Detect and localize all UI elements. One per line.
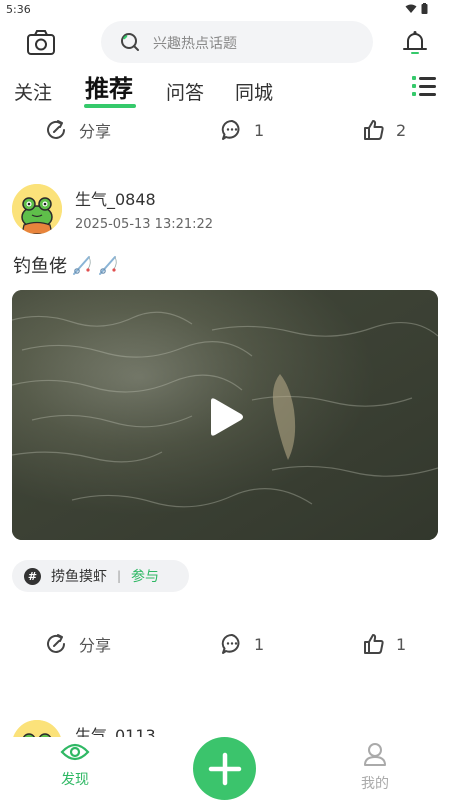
nav-mine-label: 我的 <box>361 776 389 792</box>
comment-count: 1 <box>254 634 265 654</box>
menu-button[interactable] <box>410 72 438 100</box>
system-icons <box>405 3 428 14</box>
like-count: 2 <box>396 120 407 140</box>
create-post-button[interactable] <box>193 737 256 800</box>
like-button[interactable]: 2 <box>362 118 406 142</box>
next-post-header: 生气_0113 <box>0 720 450 737</box>
camera-button[interactable] <box>26 29 56 57</box>
fishing-rod-emoji-icon <box>99 256 117 275</box>
like-count: 1 <box>396 634 407 654</box>
play-icon[interactable] <box>205 397 245 437</box>
share-button[interactable]: 分享 <box>45 118 111 142</box>
hashtag-icon: # <box>24 567 41 585</box>
like-button[interactable]: 1 <box>362 632 406 656</box>
thumbs-up-icon <box>364 634 384 654</box>
comment-count: 1 <box>254 120 265 140</box>
prev-post-actions: 分享 1 2 <box>0 110 450 150</box>
bell-icon <box>403 31 427 54</box>
tab-local[interactable]: 同城 <box>235 78 273 105</box>
share-button[interactable]: 分享 <box>45 632 111 656</box>
comment-icon <box>221 633 240 654</box>
avatar[interactable] <box>12 184 62 234</box>
active-tab-indicator <box>84 104 136 108</box>
search-bar[interactable]: 兴趣热点话题 <box>101 21 373 63</box>
notification-button[interactable] <box>400 28 430 58</box>
post-text-content: 钓鱼佬 <box>13 256 67 277</box>
list-menu-icon <box>412 76 436 96</box>
post-header: 生气_0848 2025-05-13 13:21:22 <box>0 184 450 244</box>
top-bar: 兴趣热点话题 <box>0 20 450 66</box>
plus-icon <box>208 752 241 785</box>
comment-icon <box>221 119 240 140</box>
topic-separator: | <box>117 569 122 583</box>
nav-mine[interactable]: 我的 <box>345 741 405 793</box>
post-actions: 分享 1 1 <box>0 624 450 664</box>
share-icon <box>47 634 65 653</box>
nav-discover-label: 发现 <box>61 772 89 788</box>
frog-avatar-icon <box>12 184 62 234</box>
user-icon <box>364 743 386 766</box>
feed-tabs: 关注 推荐 问答 同城 <box>0 66 450 110</box>
frog-avatar-icon <box>12 720 62 737</box>
share-icon <box>47 120 65 139</box>
avatar[interactable] <box>12 720 62 737</box>
tab-following[interactable]: 关注 <box>14 78 52 105</box>
nav-discover[interactable]: 发现 <box>45 741 105 789</box>
post-username[interactable]: 生气_0113 <box>75 722 156 737</box>
topic-join-button[interactable]: 参与 <box>131 566 159 586</box>
comment-button[interactable]: 1 <box>220 632 264 656</box>
thumbs-up-icon <box>364 120 384 140</box>
post-text: 钓鱼佬 <box>13 252 119 278</box>
topic-chip[interactable]: # 捞鱼摸虾 | 参与 <box>12 560 189 592</box>
fishing-rod-emoji-icon <box>73 256 91 275</box>
tab-recommended[interactable]: 推荐 <box>85 69 133 104</box>
wifi-icon <box>405 4 417 13</box>
tab-qa[interactable]: 问答 <box>166 78 204 105</box>
feed-list[interactable]: 分享 1 2 生气_0848 2025-05-13 13:21:22 钓鱼佬 #… <box>0 110 450 737</box>
post-timestamp: 2025-05-13 13:21:22 <box>75 217 214 232</box>
status-bar: 5:36 <box>0 0 450 20</box>
bottom-nav: 发现 我的 <box>0 737 450 800</box>
status-time: 5:36 <box>6 3 31 16</box>
eye-icon <box>60 743 90 761</box>
share-label: 分享 <box>79 636 112 655</box>
camera-icon <box>27 30 55 55</box>
share-label: 分享 <box>79 122 112 141</box>
comment-button[interactable]: 1 <box>220 118 264 142</box>
search-placeholder: 兴趣热点话题 <box>153 36 237 52</box>
post-username[interactable]: 生气_0848 <box>75 186 156 210</box>
search-icon <box>121 33 139 51</box>
battery-icon <box>421 3 428 14</box>
post-video[interactable] <box>12 290 438 540</box>
topic-name: 捞鱼摸虾 <box>51 569 107 585</box>
